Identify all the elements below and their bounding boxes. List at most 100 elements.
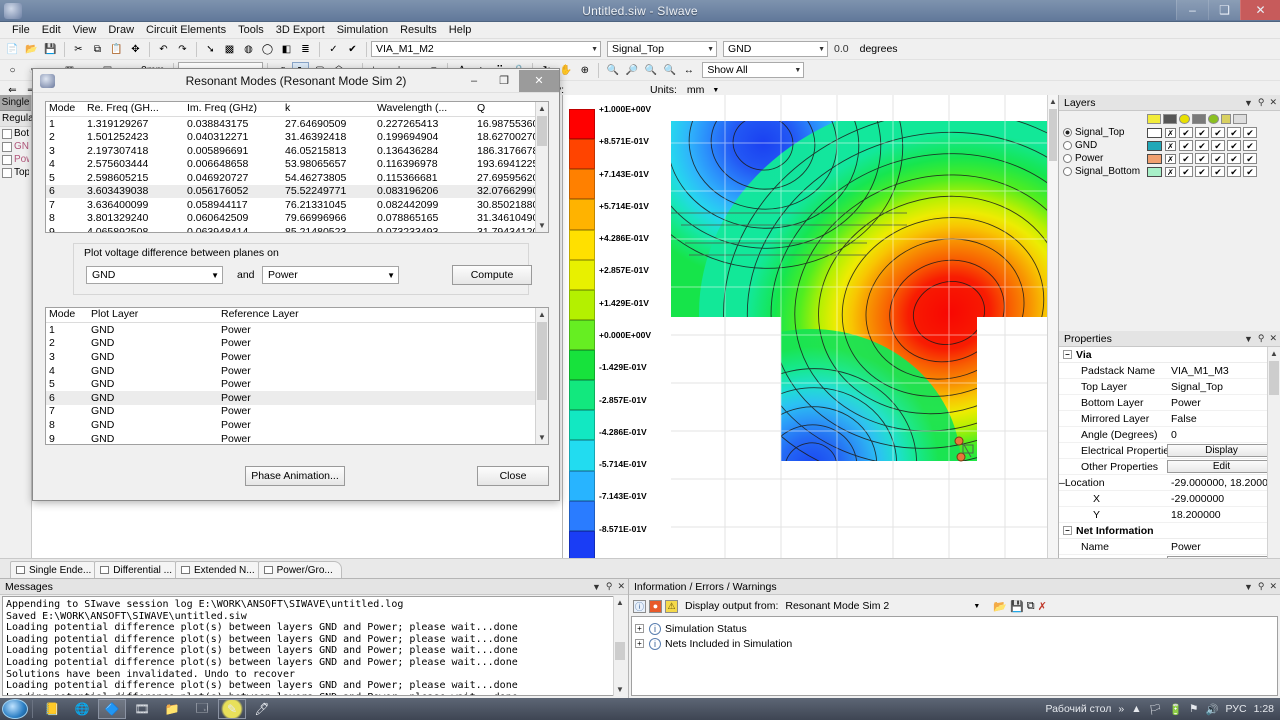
plane-a-combo[interactable]: GND ▼ xyxy=(86,266,223,284)
property-value[interactable]: -29.000000, 18.2000... xyxy=(1167,477,1280,489)
zoom-out-icon[interactable]: 🔎 xyxy=(623,62,640,79)
validate-icon[interactable]: ✓ xyxy=(325,41,342,58)
property-value[interactable]: 18.200000 xyxy=(1167,509,1280,521)
net-combo[interactable]: GND ▼ xyxy=(723,41,828,57)
scroll-up-icon[interactable]: ▲ xyxy=(614,596,626,609)
layer-checkbox[interactable]: ✔ xyxy=(1179,153,1193,164)
menu-simulation[interactable]: Simulation xyxy=(331,23,394,37)
chevron-down-icon[interactable]: ▼ xyxy=(1244,334,1253,344)
stackup-icon[interactable]: ≣ xyxy=(297,41,314,58)
layer-row-signal_bottom[interactable]: Signal_Bottom ✗ ✔ ✔ ✔ ✔ ✔ xyxy=(1063,165,1276,178)
layer-checkbox[interactable]: ✔ xyxy=(1211,166,1225,177)
taskbar-siwave-icon[interactable]: 🔷 xyxy=(98,699,126,719)
chevron-down-icon[interactable]: ▼ xyxy=(709,87,719,94)
table-row[interactable]: 1 GND Power xyxy=(46,323,548,337)
taskbar-tool-icon[interactable]: 🖊 xyxy=(248,699,276,719)
open-icon[interactable]: 📂 xyxy=(23,41,40,58)
layer-checkbox[interactable]: ✔ xyxy=(1195,166,1209,177)
layer-row-power[interactable]: Power ✗ ✔ ✔ ✔ ✔ ✔ xyxy=(1063,152,1276,165)
layer-checkbox[interactable]: ✔ xyxy=(1179,166,1193,177)
property-row[interactable]: Mirrored Layer False xyxy=(1059,411,1280,427)
column-header[interactable]: Mode xyxy=(46,308,88,322)
property-row[interactable]: Other Properties Edit xyxy=(1059,459,1280,475)
language-indicator[interactable]: РУС xyxy=(1226,703,1247,715)
menu-circuit-elements[interactable]: Circuit Elements xyxy=(140,23,232,37)
clear-log-icon[interactable]: ✗ xyxy=(1038,600,1047,613)
via-icon[interactable] xyxy=(1208,114,1219,124)
expand-collapse-icon[interactable]: – xyxy=(1063,526,1072,535)
scroll-down-icon[interactable]: ▼ xyxy=(536,431,548,444)
draw-circle-icon[interactable]: ○ xyxy=(4,62,21,79)
property-row[interactable]: Y 18.200000 xyxy=(1059,507,1280,523)
table-row[interactable]: 1 1.319129267 0.038843175 27.64690509 0.2272… xyxy=(46,117,548,131)
plane-b-combo[interactable]: Power ▼ xyxy=(262,266,399,284)
layer-checkbox[interactable]: ✔ xyxy=(1179,127,1193,138)
property-value[interactable]: Signal_Top xyxy=(1167,381,1280,393)
net-row-top[interactable]: Top xyxy=(0,166,31,179)
scroll-down-icon[interactable]: ▼ xyxy=(536,219,548,232)
property-action-button[interactable]: Edit xyxy=(1167,460,1276,473)
table-row[interactable]: 9 4.065892508 0.063948414 85.21480523 0.0732… xyxy=(46,225,548,232)
info-tree-row[interactable]: + i Simulation Status xyxy=(635,621,1274,636)
menu-file[interactable]: File xyxy=(6,23,36,37)
messages-log[interactable]: Appending to SIwave session log E:\WORK\… xyxy=(2,596,626,696)
layer-checkbox[interactable]: ✔ xyxy=(1227,140,1241,151)
padstack-combo[interactable]: VIA_M1_M2 ▼ xyxy=(371,41,601,57)
property-row[interactable]: –Location -29.000000, 18.2000... xyxy=(1059,475,1280,491)
table-row[interactable]: 8 GND Power xyxy=(46,418,548,432)
zoom-prev-icon[interactable]: ↔ xyxy=(680,62,697,79)
nets-tab-single[interactable]: Single xyxy=(0,95,31,111)
scroll-thumb[interactable] xyxy=(537,116,547,146)
layer-visibility-toggle[interactable]: ✗ xyxy=(1165,140,1176,151)
layer-color-swatch[interactable] xyxy=(1147,166,1162,177)
layer-checkbox[interactable]: ✔ xyxy=(1211,153,1225,164)
chevron-down-icon[interactable]: ▼ xyxy=(1244,98,1253,108)
scroll-thumb[interactable] xyxy=(1049,109,1057,161)
layer-checkbox[interactable]: ✔ xyxy=(1195,153,1209,164)
pin-icon[interactable]: ⚲ xyxy=(1258,581,1265,592)
net-checkbox[interactable] xyxy=(2,128,12,139)
property-action-button[interactable]: Display xyxy=(1167,444,1276,457)
battery-icon[interactable]: 🔋 xyxy=(1169,703,1182,716)
property-row[interactable]: Angle (Degrees) 0 xyxy=(1059,427,1280,443)
property-value[interactable]: VIA_M1_M3 xyxy=(1167,365,1280,377)
layer-checkbox[interactable]: ✔ xyxy=(1195,140,1209,151)
table-row[interactable]: 4 GND Power xyxy=(46,364,548,378)
column-header[interactable]: k xyxy=(282,102,374,116)
layer-checkbox[interactable]: ✔ xyxy=(1227,127,1241,138)
select-icon[interactable] xyxy=(1163,114,1177,124)
info-tree-row[interactable]: + i Nets Included in Simulation xyxy=(635,636,1274,651)
table-row[interactable]: 5 GND Power xyxy=(46,377,548,391)
expand-collapse-icon[interactable]: – xyxy=(1059,477,1065,489)
menu-draw[interactable]: Draw xyxy=(102,23,140,37)
action-center-icon[interactable]: ⚑ xyxy=(1189,703,1198,715)
close-icon[interactable]: ✕ xyxy=(1269,333,1277,344)
table-row[interactable]: 5 2.598605215 0.046920727 54.46273805 0.1153… xyxy=(46,171,548,185)
close-dialog-button[interactable]: Close xyxy=(477,466,549,486)
scroll-thumb[interactable] xyxy=(615,642,625,660)
expand-icon[interactable]: + xyxy=(635,639,644,648)
layers-grid-rows[interactable]: 1 GND Power 2 GND Power 3 GND Power 4 GND Power 5 GND… xyxy=(46,323,548,444)
property-group-net-information[interactable]: – Net Information xyxy=(1059,523,1280,539)
resonant-modes-dialog[interactable]: Resonant Modes (Resonant Mode Sim 2) – ❐… xyxy=(32,68,560,501)
layer-checkbox[interactable]: ✔ xyxy=(1227,153,1241,164)
mode-layers-grid[interactable]: Mode Plot Layer Reference Layer 1 GND Power 2… xyxy=(45,307,549,445)
scroll-up-icon[interactable]: ▲ xyxy=(536,308,548,321)
start-button[interactable] xyxy=(2,699,28,719)
table-row[interactable]: 8 3.801329240 0.060642509 79.66996966 0.0788… xyxy=(46,212,548,226)
pointer-icon[interactable]: ➘ xyxy=(202,41,219,58)
error-filter-icon[interactable]: ● xyxy=(649,599,662,613)
table-row[interactable]: 6 GND Power xyxy=(46,390,548,405)
net-row-bottom[interactable]: Botto xyxy=(0,127,31,140)
layer-color-swatch[interactable] xyxy=(1147,153,1162,164)
property-row[interactable]: Top Layer Signal_Top xyxy=(1059,379,1280,395)
potential-plot-panel[interactable]: +1.000E+00V +8.571E-01V +7.143E-01V +5.714E… xyxy=(562,95,1058,578)
phase-animation-button[interactable]: Phase Animation... xyxy=(245,466,345,486)
volume-icon[interactable]: 🔊 xyxy=(1205,703,1218,716)
property-value[interactable]: 0 xyxy=(1167,429,1280,441)
chevron-down-icon[interactable]: ▼ xyxy=(1244,582,1253,592)
net-checkbox[interactable] xyxy=(2,154,12,165)
table-row[interactable]: 6 3.603439038 0.056176052 75.52249771 0.0831… xyxy=(46,184,548,198)
table-row[interactable]: 7 3.636400099 0.058944117 76.21331045 0.0824… xyxy=(46,198,548,212)
tab-single-ended[interactable]: Single Ende... xyxy=(10,561,101,578)
